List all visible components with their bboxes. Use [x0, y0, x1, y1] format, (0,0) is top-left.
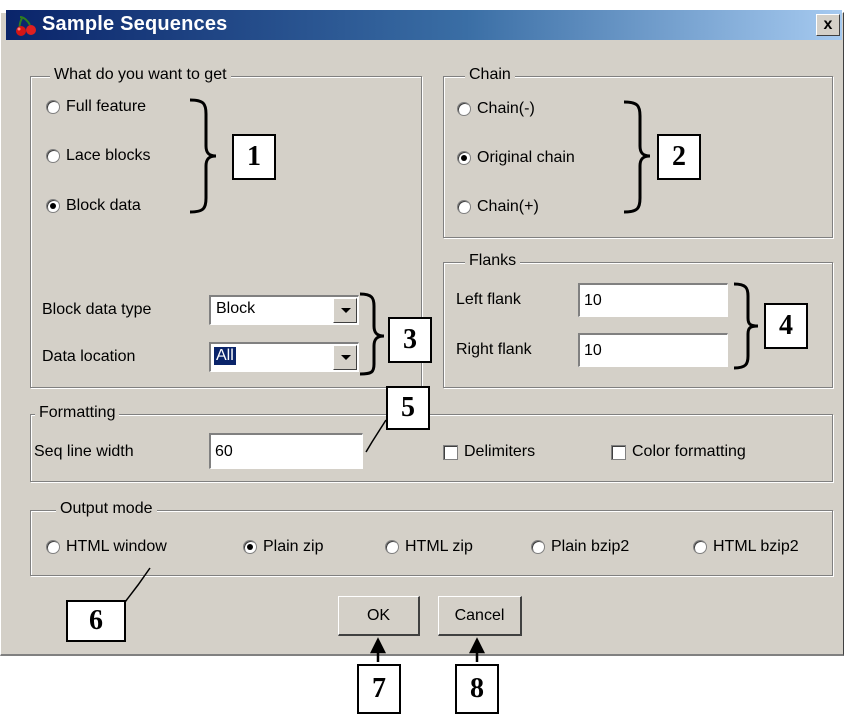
leader-5 — [365, 419, 387, 453]
brace-2 — [623, 100, 651, 214]
callout-2: 2 — [657, 134, 701, 180]
arrow-7-head — [369, 637, 387, 654]
brace-4 — [733, 282, 759, 370]
arrow-8-head — [468, 637, 486, 654]
brace-3 — [359, 292, 385, 376]
callout-6: 6 — [66, 600, 126, 642]
leader-6 — [121, 567, 151, 607]
callout-3: 3 — [388, 317, 432, 363]
callout-5: 5 — [386, 386, 430, 430]
brace-1 — [189, 98, 217, 214]
callout-4: 4 — [764, 303, 808, 349]
callout-7: 7 — [357, 664, 401, 714]
callout-1: 1 — [232, 134, 276, 180]
callout-8: 8 — [455, 664, 499, 714]
